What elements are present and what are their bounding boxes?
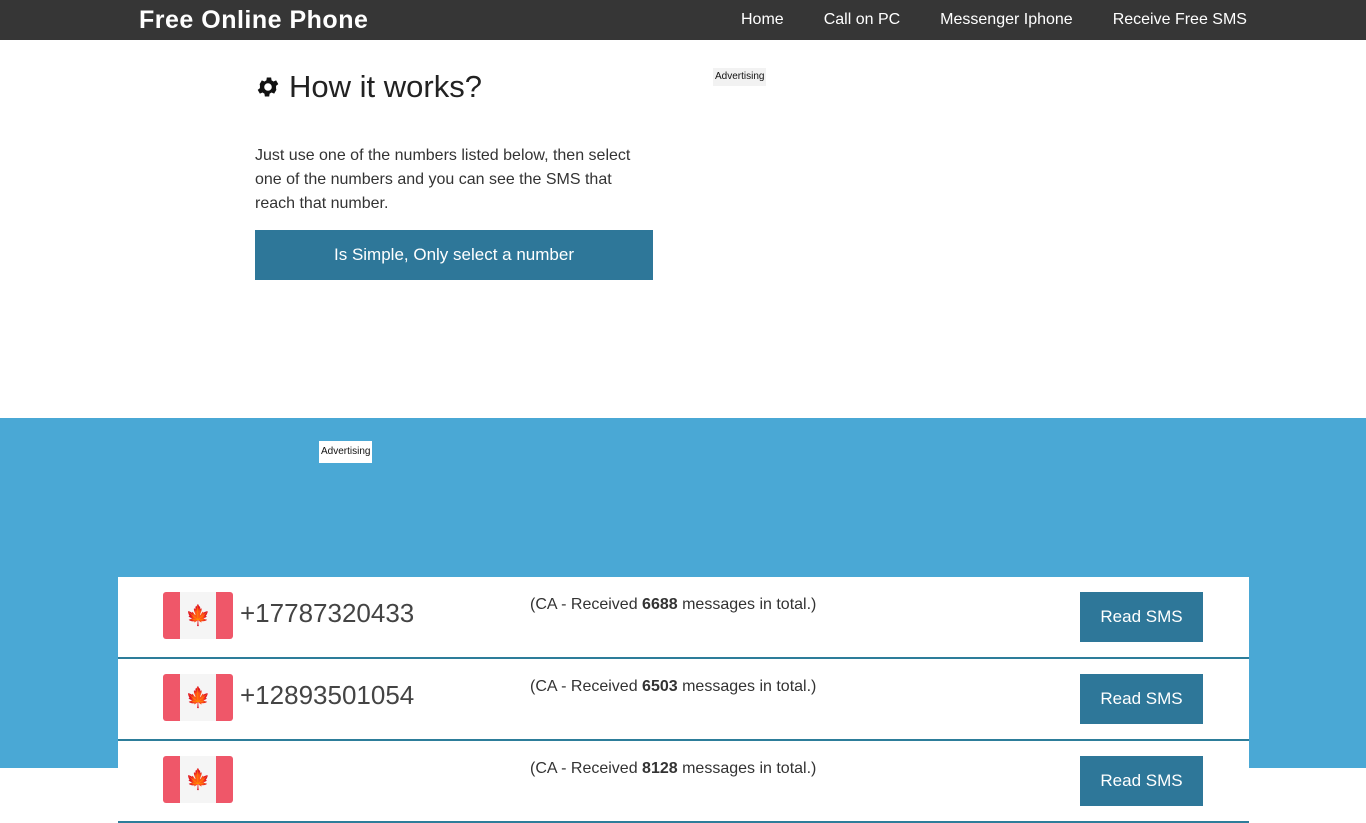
brand-logo[interactable]: Free Online Phone	[139, 5, 368, 35]
main-nav: Home Call on PC Messenger Iphone Receive…	[741, 10, 1247, 30]
message-count-text: (CA - Received 8128 messages in total.)	[530, 760, 817, 777]
message-count-text: (CA - Received 6688 messages in total.)	[530, 596, 817, 613]
canada-flag-icon: 🍁	[163, 756, 233, 803]
nav-receive-free-sms[interactable]: Receive Free SMS	[1113, 10, 1247, 30]
nav-messenger-iphone[interactable]: Messenger Iphone	[940, 10, 1073, 30]
canada-flag-icon: 🍁	[163, 592, 233, 639]
advertising-label: Advertising	[319, 441, 373, 463]
how-it-works-heading: How it works?	[255, 68, 655, 106]
canada-flag-icon: 🍁	[163, 674, 233, 721]
nav-call-on-pc[interactable]: Call on PC	[824, 10, 900, 30]
numbers-list: 🍁 +17787320433 (CA - Received 6688 messa…	[118, 577, 1249, 823]
message-count: 8128	[642, 760, 678, 777]
page-title: How it works?	[289, 69, 482, 104]
how-it-works-section: How it works? Just use one of the number…	[255, 68, 655, 280]
read-sms-button[interactable]: Read SMS	[1080, 592, 1203, 642]
message-count-text: (CA - Received 6503 messages in total.)	[530, 678, 817, 695]
select-number-button[interactable]: Is Simple, Only select a number	[255, 230, 653, 280]
phone-number[interactable]: +17787320433	[240, 597, 414, 629]
phone-number[interactable]: +12893501054	[240, 679, 414, 711]
how-it-works-description: Just use one of the numbers listed below…	[255, 147, 631, 212]
number-row: 🍁 (CA - Received 8128 messages in total.…	[118, 741, 1249, 823]
message-count: 6688	[642, 596, 678, 613]
nav-home[interactable]: Home	[741, 10, 784, 30]
number-row: 🍁 +17787320433 (CA - Received 6688 messa…	[118, 577, 1249, 659]
message-count: 6503	[642, 678, 678, 695]
read-sms-button[interactable]: Read SMS	[1080, 674, 1203, 724]
gear-icon	[257, 77, 279, 97]
read-sms-button[interactable]: Read SMS	[1080, 756, 1203, 806]
number-row: 🍁 +12893501054 (CA - Received 6503 messa…	[118, 659, 1249, 741]
advertising-label: Advertising	[713, 68, 767, 86]
top-navbar: Free Online Phone Home Call on PC Messen…	[0, 0, 1366, 40]
